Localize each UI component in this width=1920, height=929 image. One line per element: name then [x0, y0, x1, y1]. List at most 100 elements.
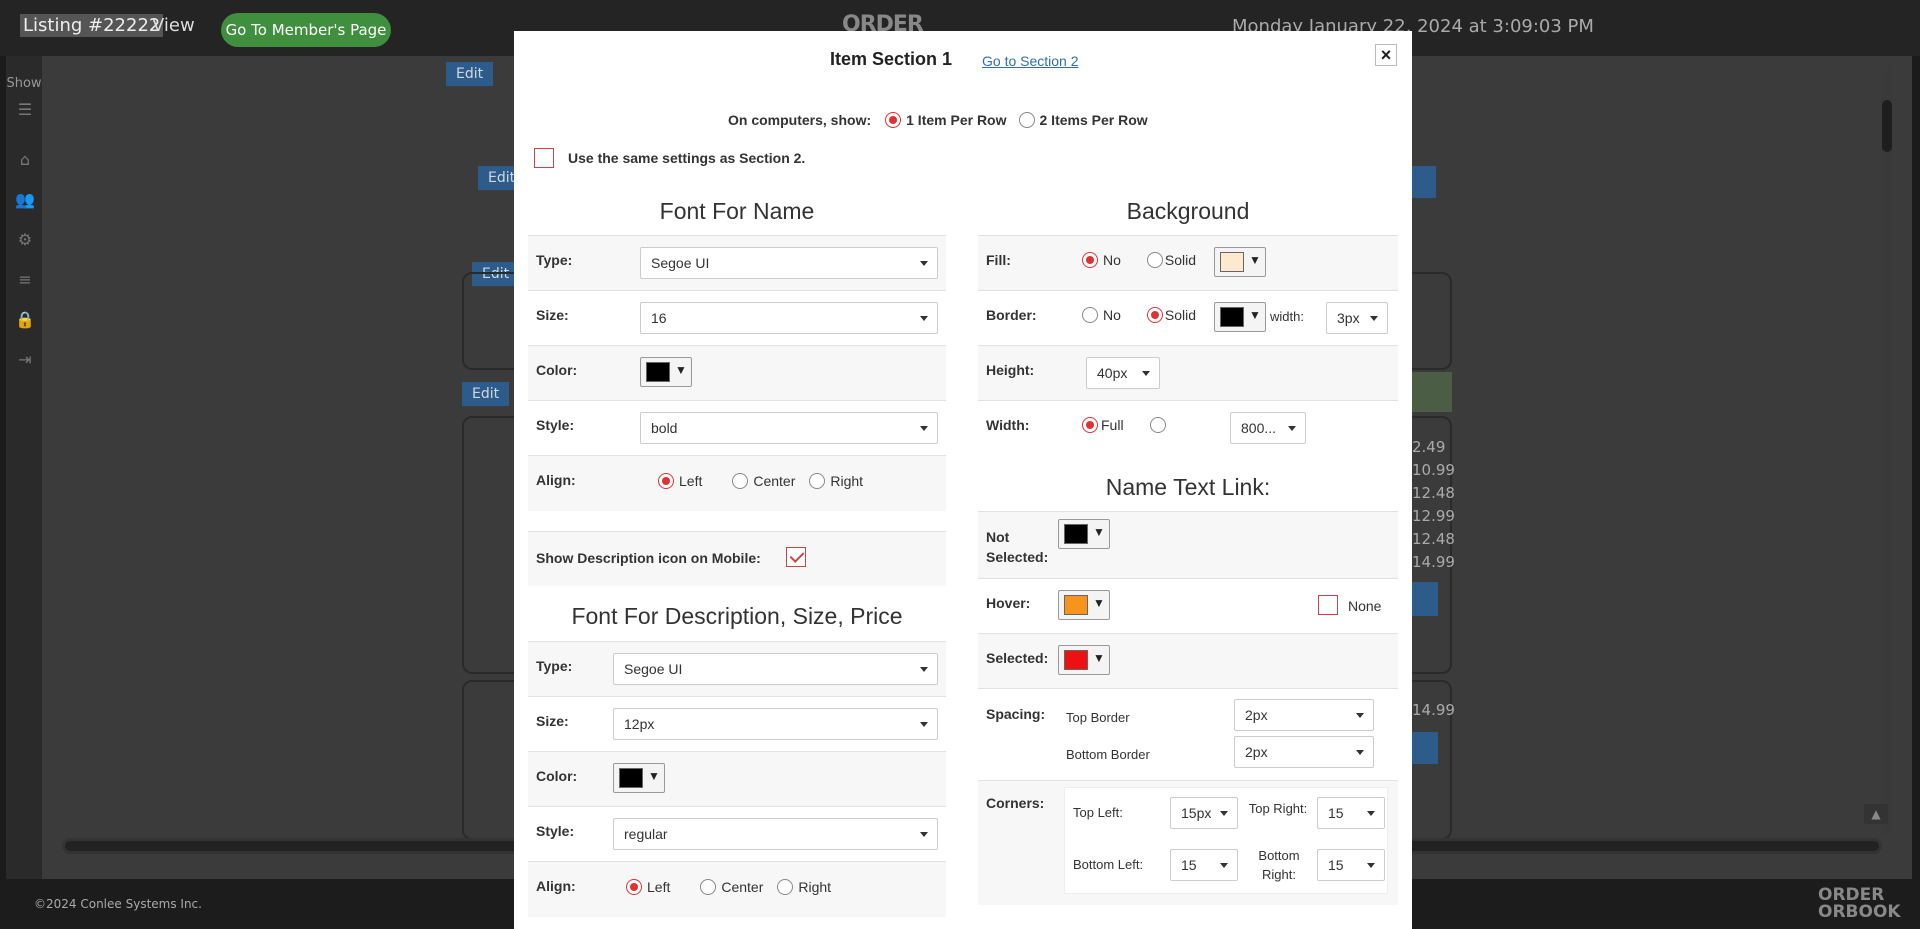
desc-type-label: Type: [536, 658, 573, 674]
align-center-label: Center [753, 473, 796, 489]
name-type-row: Type: Segoe UI [528, 235, 946, 290]
bottom-right-select[interactable]: 15 [1317, 849, 1385, 881]
align-center-radio[interactable] [732, 473, 749, 489]
chevron-down-icon [1220, 811, 1228, 816]
width-select[interactable]: 800... [1230, 412, 1306, 444]
logout-icon[interactable]: ⇥ [15, 350, 35, 370]
database-icon[interactable]: ≡ [15, 270, 35, 290]
one-item-radio[interactable] [885, 112, 902, 128]
align-left-radio[interactable] [626, 879, 642, 895]
desc-color-picker[interactable]: ▼ [613, 763, 665, 793]
lock-icon[interactable]: 🔒 [15, 310, 35, 330]
name-size-select[interactable]: 16 [640, 302, 938, 334]
rail-show-label[interactable]: Show [6, 76, 42, 91]
two-items-radio[interactable] [1018, 112, 1035, 128]
name-color-picker[interactable]: ▼ [640, 357, 692, 387]
name-text-link-heading: Name Text Link: [1105, 474, 1271, 500]
orderorbook-logo: ORDER ORBOOK [1818, 887, 1901, 921]
listing-title: Listing #22222 [20, 14, 164, 37]
border-color-picker[interactable]: ▼ [1214, 302, 1266, 332]
scroll-thumb[interactable] [1882, 100, 1892, 152]
top-border-value: 2px [1245, 707, 1268, 723]
top-right-select[interactable]: 15 [1317, 797, 1385, 829]
bottom-left-value: 15 [1181, 857, 1197, 873]
close-icon[interactable]: × [1375, 44, 1397, 66]
users-icon[interactable]: 👥 [15, 190, 35, 210]
border-width-select[interactable]: 3px [1326, 302, 1388, 334]
name-color-label: Color: [536, 362, 578, 378]
go-to-members-page-button[interactable]: Go To Member's Page [221, 13, 391, 47]
top-right-label: Top Right: [1248, 801, 1308, 816]
color-swatch [1220, 307, 1244, 327]
bottom-border-select[interactable]: 2px [1234, 736, 1374, 768]
color-swatch [1064, 524, 1088, 544]
mobile-description-checkbox[interactable] [786, 547, 806, 567]
copyright-text: ©2024 Conlee Systems Inc. [34, 897, 202, 911]
same-settings-checkbox[interactable] [534, 148, 554, 168]
height-value: 40px [1097, 365, 1128, 381]
color-swatch [1220, 252, 1244, 272]
desc-size-row: Size: 12px [528, 696, 946, 751]
align-right-radio[interactable] [777, 879, 794, 895]
home-icon[interactable]: ⌂ [15, 150, 35, 170]
align-center-radio[interactable] [700, 879, 717, 895]
width-full-radio[interactable] [1082, 417, 1098, 433]
hover-none-checkbox[interactable] [1318, 595, 1338, 615]
width-label: Width: [986, 417, 1030, 433]
bg-price: 14.99 [1412, 553, 1455, 571]
width-options: Full [1082, 417, 1166, 433]
chevron-down-icon [920, 316, 928, 321]
width-custom-radio[interactable] [1149, 417, 1166, 433]
height-select[interactable]: 40px [1086, 357, 1160, 389]
name-align-label: Align: [536, 472, 576, 488]
dropdown-arrow-icon: ▼ [675, 363, 687, 377]
bg-price: 2.49 [1412, 438, 1446, 456]
left-rail: Show ☰ ⌂ 👥 ⚙ ≡ 🔒 ⇥ [6, 56, 42, 879]
hover-label: Hover: [986, 595, 1031, 611]
vertical-scrollbar[interactable] [1882, 66, 1892, 836]
go-to-section-2-link[interactable]: Go to Section 2 [982, 53, 1079, 69]
chevron-down-icon [1367, 863, 1375, 868]
item-section-modal: Item Section 1 Go to Section 2 × On comp… [514, 31, 1412, 929]
font-for-description-heading: Font For Description, Size, Price [571, 603, 903, 629]
chevron-down-icon [1288, 426, 1296, 431]
chevron-down-icon [1142, 371, 1150, 376]
desc-style-row: Style: regular [528, 806, 946, 861]
name-style-label: Style: [536, 417, 575, 433]
border-no-radio[interactable] [1082, 307, 1098, 323]
border-options: No Solid [1082, 307, 1200, 323]
bg-price: 12.99 [1412, 507, 1455, 525]
top-left-select[interactable]: 15px [1170, 797, 1238, 829]
name-type-select[interactable]: Segoe UI [640, 247, 938, 279]
menu-icon[interactable]: ☰ [15, 100, 35, 120]
desc-style-select[interactable]: regular [613, 818, 938, 850]
desc-size-select[interactable]: 12px [613, 708, 938, 740]
align-right-radio[interactable] [809, 473, 826, 489]
settings-icon[interactable]: ⚙ [15, 230, 35, 250]
top-border-select[interactable]: 2px [1234, 699, 1374, 731]
border-width-value: 3px [1337, 310, 1360, 326]
desc-type-select[interactable]: Segoe UI [613, 653, 938, 685]
selected-color-picker[interactable]: ▼ [1058, 645, 1110, 675]
not-selected-color-picker[interactable]: ▼ [1058, 519, 1110, 549]
name-style-select[interactable]: bold [640, 412, 938, 444]
same-settings-option: Use the same settings as Section 2. [534, 148, 805, 168]
border-solid-radio[interactable] [1146, 307, 1163, 323]
fill-color-picker[interactable]: ▼ [1214, 247, 1266, 277]
edit-button-bg[interactable]: Edit [462, 382, 510, 406]
view-link[interactable]: View [152, 15, 195, 36]
color-swatch [619, 768, 643, 788]
hover-color-picker[interactable]: ▼ [1058, 590, 1110, 620]
name-color-row: Color: ▼ [528, 345, 946, 400]
scroll-to-top-icon[interactable]: ▲ [1864, 804, 1888, 824]
color-swatch [646, 362, 670, 382]
fill-no-radio[interactable] [1082, 252, 1098, 268]
align-left-label: Left [679, 473, 703, 489]
name-style-value: bold [651, 420, 678, 436]
logo-text-bottom: ORBOOK [1818, 902, 1901, 922]
align-left-radio[interactable] [658, 473, 674, 489]
chevron-down-icon [1220, 863, 1228, 868]
fill-solid-radio[interactable] [1146, 252, 1163, 268]
edit-button-bg[interactable]: Edit [446, 62, 494, 86]
bottom-left-select[interactable]: 15 [1170, 849, 1238, 881]
